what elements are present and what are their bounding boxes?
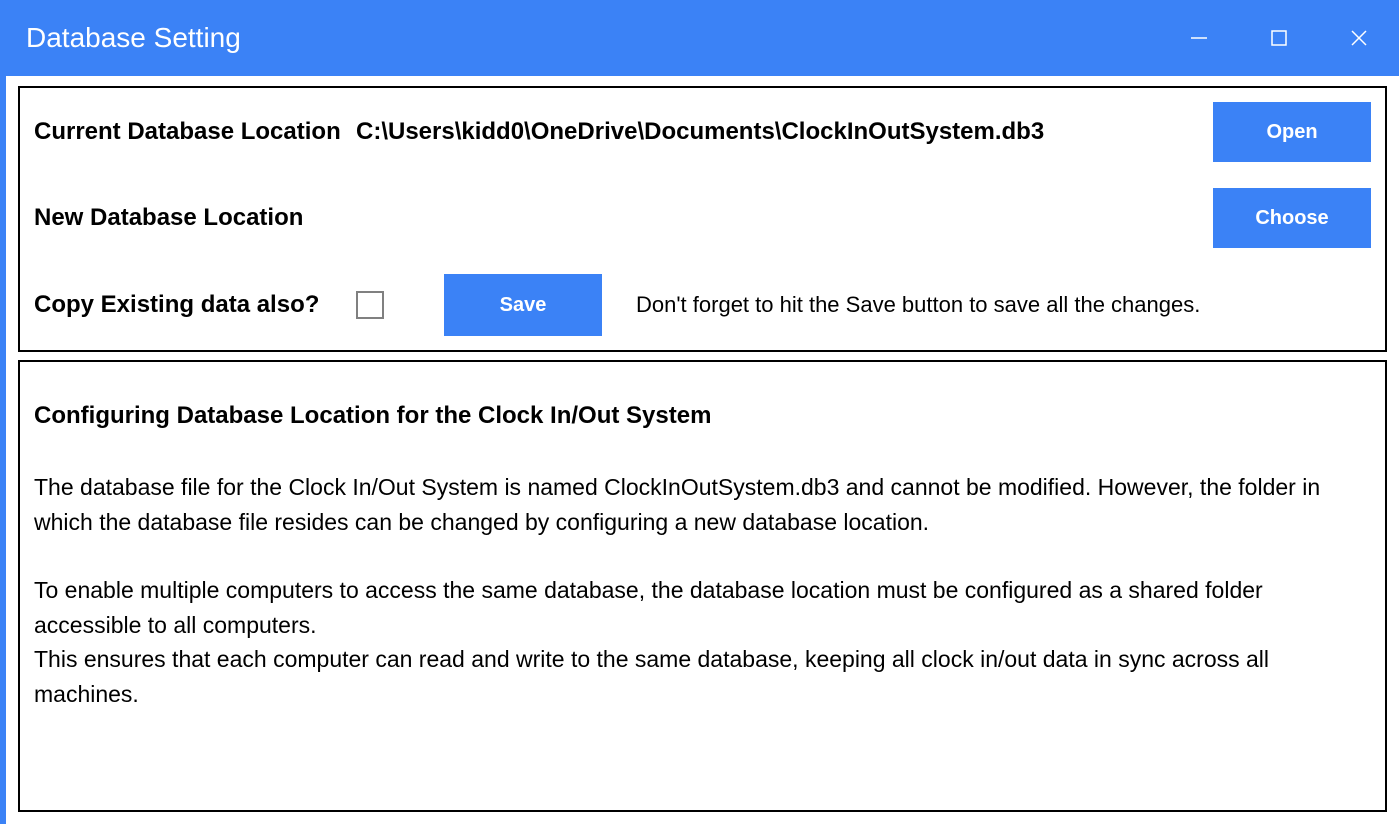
window-controls xyxy=(1159,0,1399,76)
settings-panel: Current Database Location C:\Users\kidd0… xyxy=(18,86,1387,352)
info-panel: Configuring Database Location for the Cl… xyxy=(18,360,1387,812)
maximize-icon xyxy=(1271,30,1287,46)
info-paragraph-1: The database file for the Clock In/Out S… xyxy=(34,470,1371,539)
current-location-row: Current Database Location C:\Users\kidd0… xyxy=(34,102,1371,162)
choose-button[interactable]: Choose xyxy=(1213,188,1371,248)
minimize-button[interactable] xyxy=(1159,0,1239,76)
current-location-label: Current Database Location xyxy=(34,118,356,146)
info-paragraph-2: To enable multiple computers to access t… xyxy=(34,573,1371,711)
close-button[interactable] xyxy=(1319,0,1399,76)
content-area: Current Database Location C:\Users\kidd0… xyxy=(0,76,1399,824)
minimize-icon xyxy=(1190,29,1208,47)
window-title: Database Setting xyxy=(26,22,241,54)
save-row: Copy Existing data also? Save Don't forg… xyxy=(34,274,1371,336)
close-icon xyxy=(1350,29,1368,47)
save-hint: Don't forget to hit the Save button to s… xyxy=(636,292,1200,318)
copy-existing-label: Copy Existing data also? xyxy=(34,291,356,319)
current-location-value: C:\Users\kidd0\OneDrive\Documents\ClockI… xyxy=(356,118,1213,146)
open-button[interactable]: Open xyxy=(1213,102,1371,162)
info-heading: Configuring Database Location for the Cl… xyxy=(34,402,1371,430)
maximize-button[interactable] xyxy=(1239,0,1319,76)
save-button[interactable]: Save xyxy=(444,274,602,336)
titlebar: Database Setting xyxy=(0,0,1399,76)
new-location-row: New Database Location Choose xyxy=(34,188,1371,248)
copy-existing-checkbox[interactable] xyxy=(356,291,384,319)
new-location-label: New Database Location xyxy=(34,204,356,232)
